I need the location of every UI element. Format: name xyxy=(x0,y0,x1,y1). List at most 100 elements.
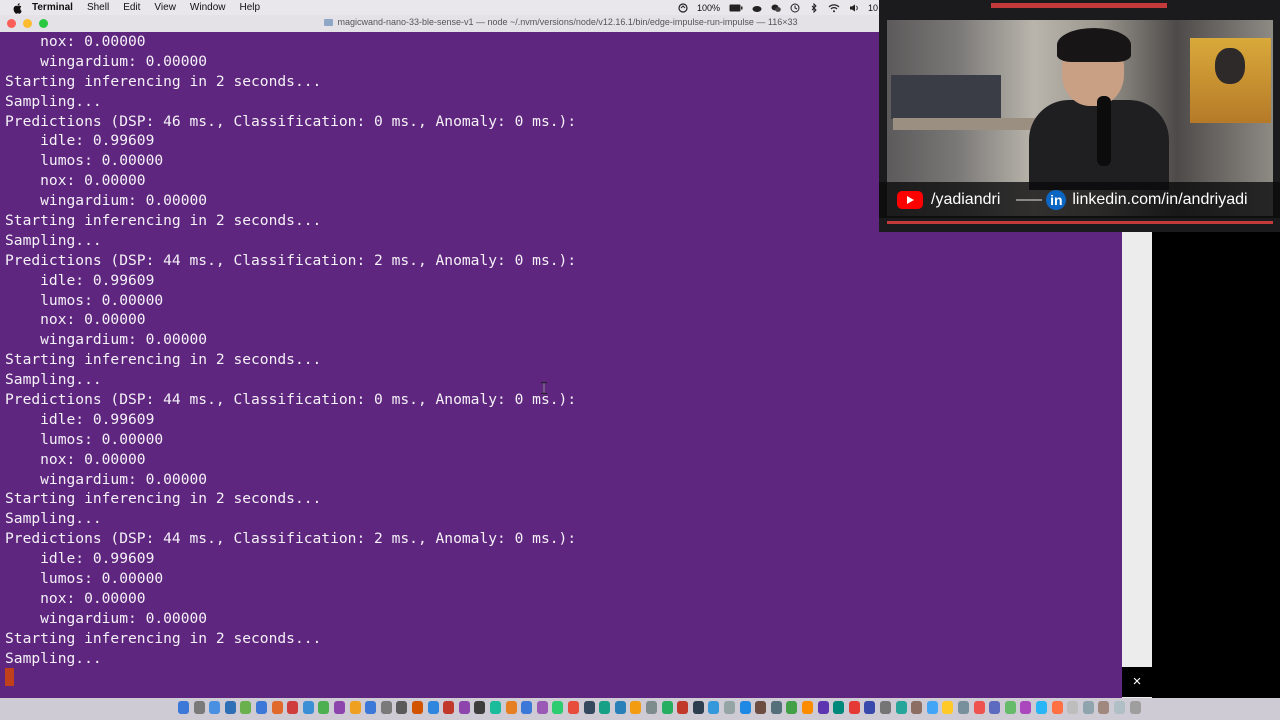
webcam-shelf xyxy=(891,75,1001,119)
clock[interactable]: 10 xyxy=(868,3,878,13)
dock-app-icon[interactable] xyxy=(490,701,501,714)
dock-app-icon[interactable] xyxy=(240,701,252,714)
bluetooth-icon[interactable] xyxy=(809,2,819,13)
dock-app-icon[interactable] xyxy=(1036,701,1047,714)
terminal-line: nox: 0.00000 xyxy=(5,311,146,329)
dock-app-icon[interactable] xyxy=(1098,701,1110,714)
dock-app-icon[interactable] xyxy=(224,701,236,714)
time-machine-icon[interactable] xyxy=(790,3,800,13)
dock-app-icon[interactable] xyxy=(880,701,891,714)
dock-app-icon[interactable] xyxy=(724,701,735,714)
dock-app-icon[interactable] xyxy=(427,701,439,714)
dock-app-icon[interactable] xyxy=(958,701,969,714)
dock-app-icon[interactable] xyxy=(989,701,1001,714)
terminal-line: nox: 0.00000 xyxy=(5,33,146,50)
dock-app-icon[interactable] xyxy=(973,701,985,714)
dock-app-icon[interactable] xyxy=(1114,701,1125,714)
menu-window[interactable]: Window xyxy=(190,2,226,13)
dock-app-icon[interactable] xyxy=(334,701,345,714)
sync-icon[interactable] xyxy=(678,2,688,13)
dock-app-icon[interactable] xyxy=(536,701,548,714)
dock-app-icon[interactable] xyxy=(661,701,673,714)
dock-app-icon[interactable] xyxy=(458,701,470,714)
youtube-icon xyxy=(897,191,923,209)
dock-app-icon[interactable] xyxy=(412,701,423,714)
dock-app-icon[interactable] xyxy=(926,701,938,714)
banner-separator xyxy=(1016,199,1043,201)
dock-app-icon[interactable] xyxy=(271,701,283,714)
dock xyxy=(0,698,1280,720)
dock-app-icon[interactable] xyxy=(552,701,564,714)
dock-app-icon[interactable] xyxy=(692,701,704,714)
dock-app-icon[interactable] xyxy=(646,701,657,714)
dock-app-icon[interactable] xyxy=(178,701,189,714)
dock-app-icon[interactable] xyxy=(521,701,533,714)
terminal-line: Sampling... xyxy=(5,510,102,528)
close-overlay-button[interactable]: × xyxy=(1122,667,1152,697)
terminal-line: Sampling... xyxy=(5,231,102,249)
menu-view[interactable]: View xyxy=(154,2,176,13)
dock-app-icon[interactable] xyxy=(365,701,377,714)
dock-app-icon[interactable] xyxy=(1020,701,1032,714)
dock-app-icon[interactable] xyxy=(864,701,876,714)
dock-app-icon[interactable] xyxy=(833,701,845,714)
webcam-overlay: /yadiandri in linkedin.com/in/andriyadi xyxy=(879,0,1280,232)
dock-app-icon[interactable] xyxy=(942,701,954,714)
terminal-line: nox: 0.00000 xyxy=(5,450,146,468)
text-cursor-icon xyxy=(541,382,547,394)
dock-app-icon[interactable] xyxy=(1082,701,1094,714)
dock-app-icon[interactable] xyxy=(256,701,267,714)
dock-app-icon[interactable] xyxy=(193,701,205,714)
dock-app-icon[interactable] xyxy=(599,701,611,714)
dock-app-icon[interactable] xyxy=(568,701,579,714)
dock-app-icon[interactable] xyxy=(630,701,642,714)
dock-app-icon[interactable] xyxy=(318,701,330,714)
dock-app-icon[interactable] xyxy=(708,701,720,714)
dock-app-icon[interactable] xyxy=(895,701,907,714)
terminal-line: Predictions (DSP: 44 ms., Classification… xyxy=(5,391,577,409)
dock-app-icon[interactable] xyxy=(380,701,392,714)
dock-app-icon[interactable] xyxy=(443,701,455,714)
webcam-person-hair xyxy=(1057,28,1131,62)
apple-menu-icon[interactable] xyxy=(12,2,24,14)
dock-app-icon[interactable] xyxy=(817,701,829,714)
dock-app-icon[interactable] xyxy=(349,701,361,714)
dock-app-icon[interactable] xyxy=(1067,701,1079,714)
menu-bar: Terminal Shell Edit View Window Help 100… xyxy=(0,0,880,15)
dock-app-icon[interactable] xyxy=(911,701,923,714)
dock-app-icon[interactable] xyxy=(474,701,486,714)
dock-app-icon[interactable] xyxy=(614,701,626,714)
folder-icon xyxy=(324,19,334,27)
webcam-desk xyxy=(893,118,1043,130)
dock-app-icon[interactable] xyxy=(1129,701,1141,714)
dock-app-icon[interactable] xyxy=(1004,701,1016,714)
dock-app-icon[interactable] xyxy=(786,701,798,714)
terminal-line: nox: 0.00000 xyxy=(5,589,146,607)
dock-app-icon[interactable] xyxy=(755,701,767,714)
wifi-icon[interactable] xyxy=(828,3,840,13)
battery-icon[interactable] xyxy=(729,3,743,13)
dock-app-icon[interactable] xyxy=(770,701,782,714)
dock-app-icon[interactable] xyxy=(1051,701,1063,714)
menu-shell[interactable]: Shell xyxy=(87,2,109,13)
terminal-scrollbar[interactable] xyxy=(1122,232,1152,698)
dock-app-icon[interactable] xyxy=(739,701,751,714)
menu-edit[interactable]: Edit xyxy=(123,2,140,13)
menu-help[interactable]: Help xyxy=(240,2,261,13)
dock-app-icon[interactable] xyxy=(505,701,517,714)
dock-app-icon[interactable] xyxy=(848,701,860,714)
dock-app-icon[interactable] xyxy=(583,701,595,714)
dock-app-icon[interactable] xyxy=(287,701,299,714)
cloud-icon[interactable] xyxy=(752,3,762,13)
status-area: 100% 10 xyxy=(678,0,880,15)
dock-app-icon[interactable] xyxy=(396,701,408,714)
dock-app-icon[interactable] xyxy=(302,701,314,714)
dock-app-icon[interactable] xyxy=(802,701,813,714)
app-menu-terminal[interactable]: Terminal xyxy=(32,2,73,13)
terminal-line: wingardium: 0.00000 xyxy=(5,609,208,627)
wechat-icon[interactable] xyxy=(771,3,781,13)
dock-app-icon[interactable] xyxy=(209,701,221,714)
volume-icon[interactable] xyxy=(849,3,859,13)
dock-app-icon[interactable] xyxy=(677,701,689,714)
terminal-line: nox: 0.00000 xyxy=(5,172,146,190)
